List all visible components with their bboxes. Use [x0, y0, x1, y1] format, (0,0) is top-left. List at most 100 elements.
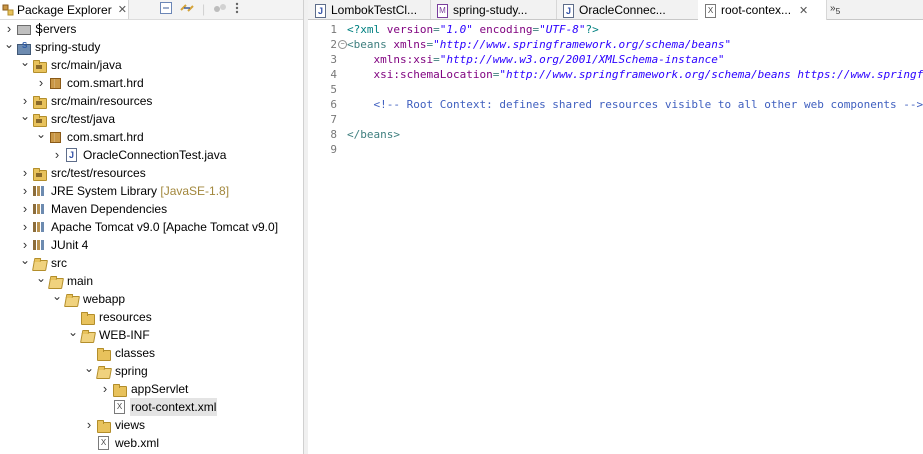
- expand-closed-icon[interactable]: ›: [20, 182, 30, 200]
- java-file-icon: J: [315, 3, 326, 18]
- tree-item-label: webapp: [83, 292, 126, 306]
- collapse-all-icon[interactable]: [160, 1, 172, 17]
- tree-item[interactable]: › Apache Tomcat v9.0 [Apache Tomcat v9.0]: [0, 218, 303, 236]
- line-number: 7: [330, 113, 337, 126]
- expand-open-icon[interactable]: ⌄: [20, 254, 30, 272]
- package-icon: [48, 130, 62, 144]
- folder-icon: [48, 274, 64, 289]
- package-explorer-title: Package Explorer: [17, 2, 112, 17]
- tree-item[interactable]: ⌄ src/main/java: [0, 56, 303, 74]
- code-line: <beans xmlns="http://www.springframework…: [347, 37, 731, 52]
- code-token: version: [386, 23, 434, 36]
- tree-item[interactable]: Xweb.xml: [0, 434, 303, 452]
- tree-item-label: Maven Dependencies: [51, 202, 168, 216]
- expand-closed-icon[interactable]: ›: [20, 92, 30, 110]
- tree-item[interactable]: › com.smart.hrd: [0, 74, 303, 92]
- code-area[interactable]: <?xml version="1.0" encoding="UTF-8"?> <b…: [347, 21, 923, 454]
- tree-item[interactable]: › src/test/resources: [0, 164, 303, 182]
- expand-open-icon[interactable]: ⌄: [20, 110, 30, 128]
- folder-icon: [64, 292, 80, 307]
- eclipse-window: Package Explorer ✕ | ›Servers⌄Sspring: [0, 0, 923, 454]
- tree-item-label: src/test/java: [51, 112, 116, 126]
- tree-item[interactable]: › JUnit 4: [0, 236, 303, 254]
- tree-item[interactable]: › src/main/resources: [0, 92, 303, 110]
- tree-item-label: OracleConnectionTest.java: [83, 148, 227, 162]
- line-number: 9: [330, 143, 337, 156]
- code-token: "http://www.springframework.org/schema/b…: [433, 38, 732, 51]
- view-menu-icon[interactable]: [235, 2, 239, 17]
- expand-open-icon[interactable]: ⌄: [36, 128, 46, 146]
- expand-closed-icon[interactable]: ›: [52, 146, 62, 164]
- library-icon: [32, 202, 46, 216]
- expand-open-icon[interactable]: ⌄: [68, 326, 78, 344]
- xml-file-icon: X: [96, 436, 110, 450]
- tree-item[interactable]: › J OracleConnectionTest.java: [0, 146, 303, 164]
- tree-item[interactable]: ⌄ Sspring-study: [0, 38, 303, 56]
- editor-tab-label: LombokTestCl...: [331, 2, 418, 17]
- line-number: 3: [330, 53, 337, 66]
- link-with-editor-icon[interactable]: [180, 2, 194, 17]
- editor-tab[interactable]: Xroot-contex... ✕: [698, 0, 827, 20]
- tree-item[interactable]: ⌄ WEB-INF: [0, 326, 303, 344]
- expand-open-icon[interactable]: ⌄: [4, 38, 14, 56]
- xml-file-icon: X: [705, 4, 716, 18]
- close-icon[interactable]: ✕: [799, 4, 808, 17]
- code-line: </beans>: [347, 127, 400, 142]
- code-token: xmlns: [393, 38, 427, 51]
- expand-closed-icon[interactable]: ›: [4, 20, 14, 38]
- expand-closed-icon[interactable]: ›: [20, 164, 30, 182]
- folder-icon: [96, 418, 111, 433]
- expand-open-icon[interactable]: ⌄: [52, 290, 62, 308]
- tree-item[interactable]: › appServlet: [0, 380, 303, 398]
- expand-closed-icon[interactable]: ›: [100, 380, 110, 398]
- tree-item[interactable]: ⌄ src/test/java: [0, 110, 303, 128]
- tree-item-label: spring: [115, 364, 148, 378]
- folder-icon: [32, 256, 48, 271]
- library-icon: [32, 184, 46, 198]
- tree-item[interactable]: resources: [0, 308, 303, 326]
- package-explorer-tab[interactable]: Package Explorer ✕: [0, 0, 129, 19]
- line-number: 5: [330, 83, 337, 96]
- tree-item[interactable]: › Maven Dependencies: [0, 200, 303, 218]
- tree-item-label: src/main/resources: [51, 94, 153, 108]
- expand-closed-icon[interactable]: ›: [20, 236, 30, 254]
- code-token: ?>: [585, 23, 599, 36]
- expand-closed-icon[interactable]: ›: [84, 416, 94, 434]
- line-number: 4: [330, 68, 337, 81]
- editor-tab[interactable]: J LombokTestCl...: [308, 0, 431, 19]
- tree-item[interactable]: ⌄ webapp: [0, 290, 303, 308]
- expand-open-icon[interactable]: ⌄: [84, 362, 94, 380]
- expand-open-icon[interactable]: ⌄: [20, 56, 30, 74]
- tree-item[interactable]: › views: [0, 416, 303, 434]
- code-token: <beans: [347, 38, 394, 51]
- code-token: "http://www.springframework.org/schema/b…: [499, 68, 923, 81]
- xml-editor: J LombokTestCl... Mspring-study... J OracleC…: [308, 0, 923, 454]
- tree-item[interactable]: › Servers: [0, 20, 303, 38]
- editor-tab[interactable]: J OracleConnec...: [556, 0, 699, 19]
- tree-item-label: src: [51, 256, 67, 270]
- tree-item[interactable]: classes: [0, 344, 303, 362]
- expand-closed-icon[interactable]: ›: [36, 74, 46, 92]
- fold-collapse-icon[interactable]: −: [338, 40, 347, 49]
- code-line: xsi:schemaLocation="http://www.springfra…: [347, 67, 923, 82]
- focus-on-task-icon[interactable]: [213, 2, 227, 17]
- tree-item-label: main: [67, 274, 94, 288]
- expand-closed-icon[interactable]: ›: [20, 218, 30, 236]
- code-token: xsi:schemaLocation: [373, 68, 493, 81]
- line-number: 2: [330, 38, 337, 51]
- tree-item[interactable]: ⌄ com.smart.hrd: [0, 128, 303, 146]
- tree-item[interactable]: ⌄ src: [0, 254, 303, 272]
- code-line: xmlns:xsi="http://www.w3.org/2001/XMLSch…: [347, 52, 725, 67]
- tree-item[interactable]: › JRE System Library [JavaSE-1.8]: [0, 182, 303, 200]
- expand-closed-icon[interactable]: ›: [20, 200, 30, 218]
- tree-item[interactable]: Xroot-context.xml: [0, 398, 303, 416]
- source-folder-icon: [32, 94, 47, 109]
- expand-open-icon[interactable]: ⌄: [36, 272, 46, 290]
- editor-tab[interactable]: Mspring-study...: [430, 0, 557, 19]
- tree-item[interactable]: ⌄ main: [0, 272, 303, 290]
- tab-overflow-button[interactable]: »5: [830, 3, 840, 16]
- close-icon[interactable]: ✕: [118, 3, 127, 16]
- tree-item[interactable]: ⌄ spring: [0, 362, 303, 380]
